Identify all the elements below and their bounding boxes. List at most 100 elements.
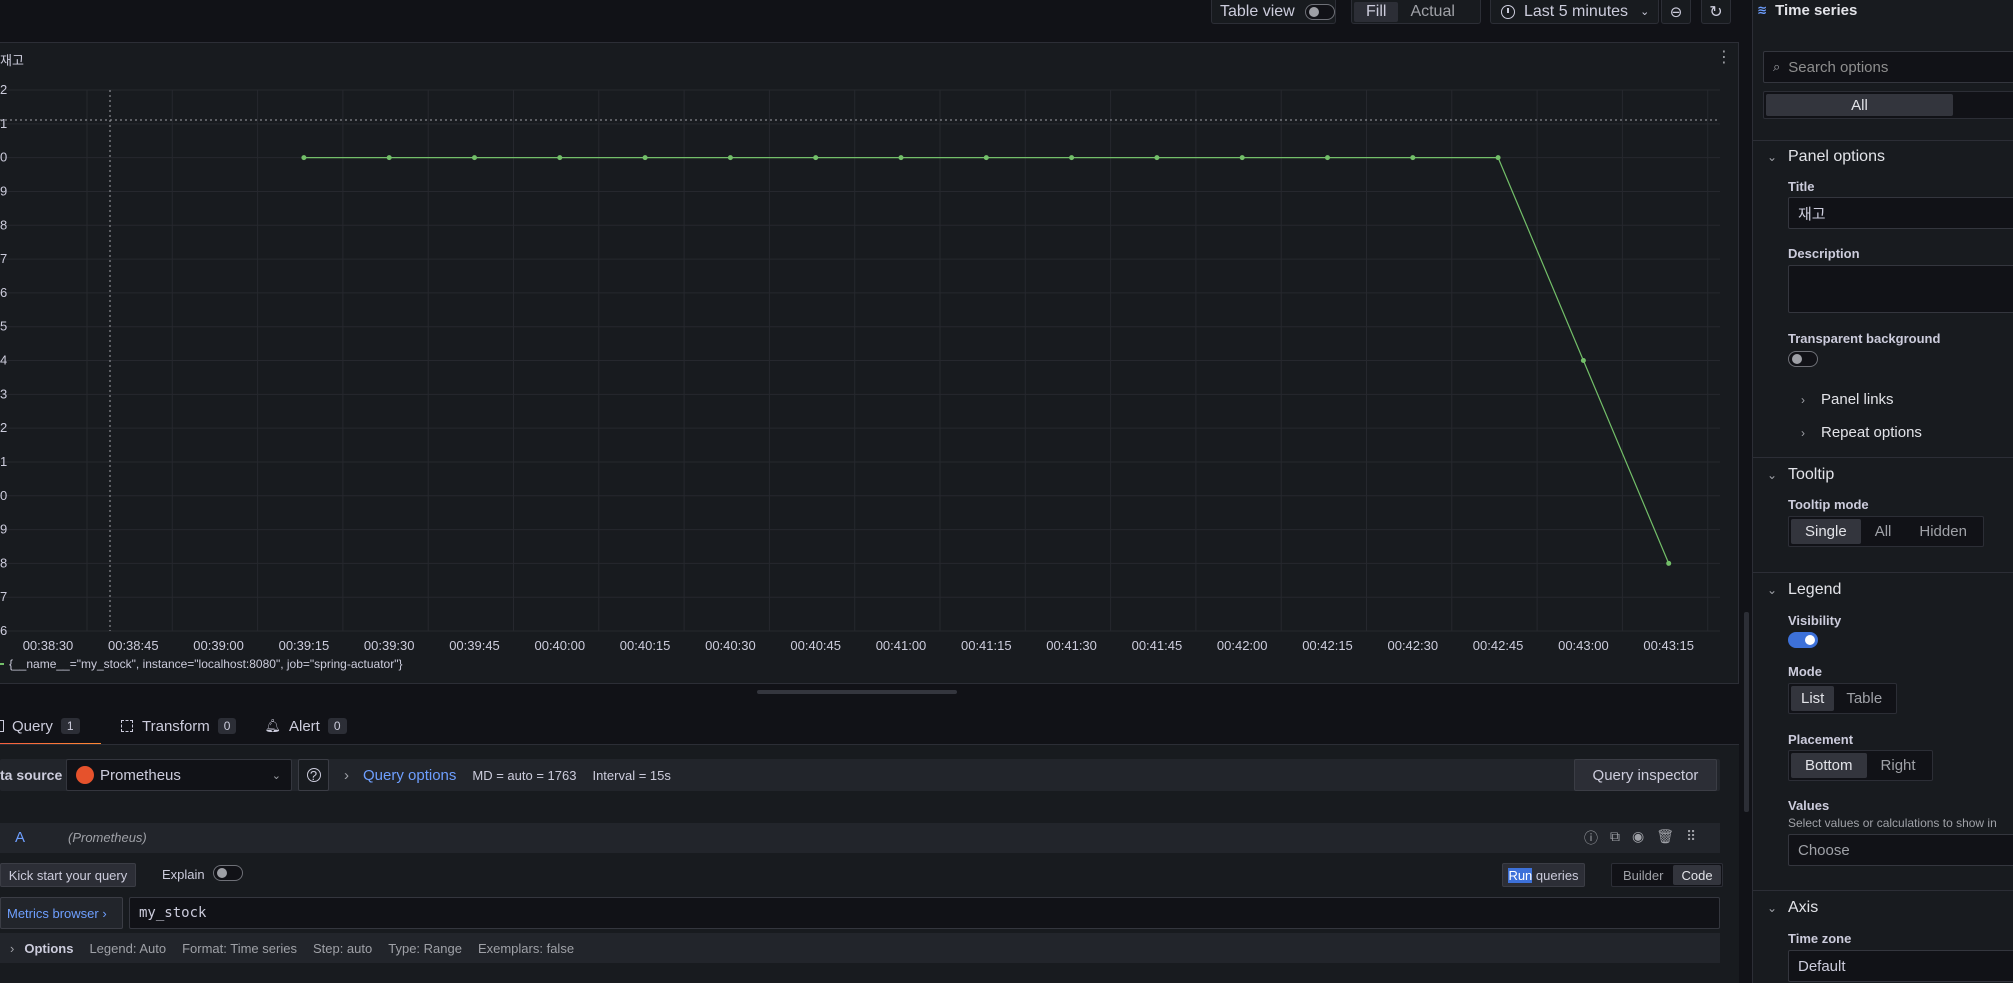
query-inspector-button[interactable]: Query inspector bbox=[1574, 759, 1717, 791]
data-point bbox=[1069, 155, 1075, 161]
data-point bbox=[1410, 155, 1416, 161]
tab-transform[interactable]: Transform 0 bbox=[107, 710, 250, 742]
repeat-options-toggle[interactable]: › Repeat options bbox=[1795, 424, 1922, 441]
trash-icon[interactable]: 🗑︎ bbox=[1656, 828, 1674, 848]
chevron-right-icon: › bbox=[10, 940, 15, 956]
datasource-help-button[interactable]: ? bbox=[298, 759, 329, 791]
options-filter-switch: All bbox=[1763, 91, 2013, 119]
panel-options-section-toggle[interactable]: ⌄ Panel options bbox=[1753, 140, 2013, 172]
metrics-browser-button[interactable]: Metrics browser › bbox=[0, 897, 123, 929]
exemplars-info: Exemplars: false bbox=[477, 940, 575, 956]
legend-placement-bottom-button[interactable]: Bottom bbox=[1791, 753, 1867, 778]
fill-button[interactable]: Fill bbox=[1354, 1, 1399, 22]
tab-query[interactable]: Query 1 bbox=[0, 710, 101, 746]
values-hint: Select values or calculations to show in bbox=[1788, 816, 1997, 830]
panel-options-heading: Panel options bbox=[1788, 147, 1885, 165]
transparent-background-label: Transparent background bbox=[1788, 331, 1941, 346]
code-mode-button[interactable]: Code bbox=[1673, 865, 1721, 885]
chevron-down-icon: ⌄ bbox=[271, 769, 281, 782]
panel-editor-toolbar: Table view Fill Actual Last 5 minutes ⌄ … bbox=[0, 0, 1740, 30]
panel-title-input[interactable]: 재고 bbox=[1788, 197, 2013, 229]
drag-handle-icon[interactable]: ⠿ bbox=[1686, 828, 1696, 848]
tab-alert-count: 0 bbox=[327, 718, 347, 734]
bell-icon: 🔔︎ bbox=[264, 718, 281, 733]
panel-resize-handle[interactable] bbox=[757, 690, 957, 694]
query-options-row[interactable]: › Options Legend: Auto Format: Time seri… bbox=[0, 933, 1720, 963]
panel-preview: 재고 ⋮ 2 1 0 9 8 7 6 5 4 3 2 1 0 9 8 7 6 00:38:30 00:38:45 00… bbox=[0, 42, 1739, 684]
search-icon: ⌕ bbox=[1773, 59, 1781, 74]
x-tick-label: 00:43:15 bbox=[1643, 638, 1694, 653]
run-label-rest: queries bbox=[1532, 867, 1579, 883]
legend-mode-table-button[interactable]: Table bbox=[1834, 686, 1894, 711]
md-info: MD = auto = 1763 bbox=[472, 767, 577, 783]
query-ref-id[interactable]: A bbox=[15, 829, 25, 846]
table-view-toggle-group[interactable]: Table view bbox=[1211, 0, 1336, 24]
transparent-background-toggle[interactable] bbox=[1788, 351, 1818, 367]
zoom-out-icon: ⊖ bbox=[1669, 3, 1683, 21]
legend-values-select[interactable]: Choose bbox=[1788, 834, 2013, 866]
time-range-picker[interactable]: Last 5 minutes ⌄ bbox=[1490, 0, 1659, 24]
tab-alert-label: Alert bbox=[289, 717, 320, 735]
x-tick-label: 00:39:45 bbox=[449, 638, 500, 653]
tooltip-single-button[interactable]: Single bbox=[1791, 519, 1861, 544]
legend-mode-list-button[interactable]: List bbox=[1791, 686, 1835, 711]
x-tick-label: 00:41:30 bbox=[1046, 638, 1097, 653]
refresh-button[interactable]: ↻ bbox=[1701, 0, 1731, 24]
table-view-toggle[interactable] bbox=[1304, 3, 1335, 20]
filter-all-button[interactable]: All bbox=[1766, 94, 1953, 116]
x-tick-label: 00:42:30 bbox=[1387, 638, 1438, 653]
legend-item[interactable]: {__name__="my_stock", instance="localhos… bbox=[0, 657, 402, 671]
chevron-right-icon: › bbox=[1801, 426, 1805, 440]
axis-heading: Axis bbox=[1788, 898, 1819, 916]
chevron-down-icon: ⌄ bbox=[1766, 467, 1778, 482]
time-zone-select[interactable]: Default bbox=[1788, 950, 2013, 982]
x-tick-label: 00:39:00 bbox=[193, 638, 244, 653]
legend-placement-switch: Bottom Right bbox=[1788, 750, 1933, 781]
options-label: Options bbox=[24, 940, 74, 956]
panel-description-input[interactable] bbox=[1788, 265, 2013, 313]
tab-alert[interactable]: 🔔︎ Alert 0 bbox=[250, 710, 360, 742]
visualization-picker[interactable]: ≋ Time series bbox=[1757, 0, 2013, 20]
legend-mode-switch: List Table bbox=[1788, 683, 1898, 714]
datasource-label: ta source bbox=[0, 767, 63, 783]
y-tick-label: 6 bbox=[0, 623, 7, 638]
datasource-picker[interactable]: Prometheus ⌄ bbox=[66, 759, 292, 791]
data-point bbox=[386, 155, 392, 161]
legend-visibility-toggle[interactable] bbox=[1788, 632, 1818, 648]
tooltip-all-button[interactable]: All bbox=[1861, 519, 1906, 544]
explain-toggle[interactable] bbox=[213, 865, 243, 881]
panel-title-value: 재고 bbox=[1798, 205, 1826, 223]
panel-links-toggle[interactable]: › Panel links bbox=[1795, 391, 1894, 408]
search-options-input[interactable]: ⌕ Search options bbox=[1763, 51, 2013, 83]
options-sidebar: ≋ Time series ⌕ Search options All ⌄ Pane… bbox=[1752, 0, 2013, 983]
zoom-out-button[interactable]: ⊖ bbox=[1661, 0, 1691, 24]
legend-section-toggle[interactable]: ⌄ Legend bbox=[1753, 572, 2013, 606]
query-options-toggle[interactable]: › Query options MD = auto = 1763 Interva… bbox=[344, 759, 671, 791]
data-point bbox=[642, 155, 648, 161]
axis-section-toggle[interactable]: ⌄ Axis bbox=[1753, 890, 2013, 924]
chevron-down-icon: ⌄ bbox=[1766, 149, 1778, 164]
data-point bbox=[1325, 155, 1330, 161]
actual-button[interactable]: Actual bbox=[1398, 3, 1466, 21]
kick-start-button[interactable]: Kick start your query bbox=[0, 863, 136, 887]
refresh-icon: ↻ bbox=[1709, 3, 1723, 21]
tooltip-mode-label: Tooltip mode bbox=[1788, 497, 1869, 512]
duplicate-icon[interactable]: ⧉ bbox=[1610, 828, 1620, 848]
data-point bbox=[301, 155, 307, 161]
promql-expression-value: my_stock bbox=[139, 905, 207, 921]
x-tick-label: 00:38:30 bbox=[23, 638, 74, 653]
tooltip-hidden-button[interactable]: Hidden bbox=[1905, 519, 1981, 544]
promql-expression-input[interactable]: my_stock bbox=[129, 897, 1720, 929]
legend-values-placeholder: Choose bbox=[1798, 841, 1850, 859]
eye-icon[interactable]: ◉ bbox=[1632, 828, 1644, 848]
y-tick-label: 1 bbox=[0, 116, 7, 131]
time-series-chart: 2109876543210987600:38:30 00:38:45 00:39:0… bbox=[0, 82, 1720, 653]
tooltip-section-toggle[interactable]: ⌄ Tooltip bbox=[1753, 457, 2013, 491]
run-queries-button[interactable]: Run queries bbox=[1502, 863, 1585, 887]
data-point bbox=[1495, 155, 1501, 161]
builder-mode-button[interactable]: Builder bbox=[1613, 865, 1673, 885]
legend-placement-right-button[interactable]: Right bbox=[1867, 753, 1930, 778]
editor-scrollbar[interactable] bbox=[1744, 612, 1749, 812]
help-icon[interactable]: ⓘ bbox=[1584, 828, 1598, 848]
x-tick-label: 00:40:00 bbox=[534, 638, 585, 653]
